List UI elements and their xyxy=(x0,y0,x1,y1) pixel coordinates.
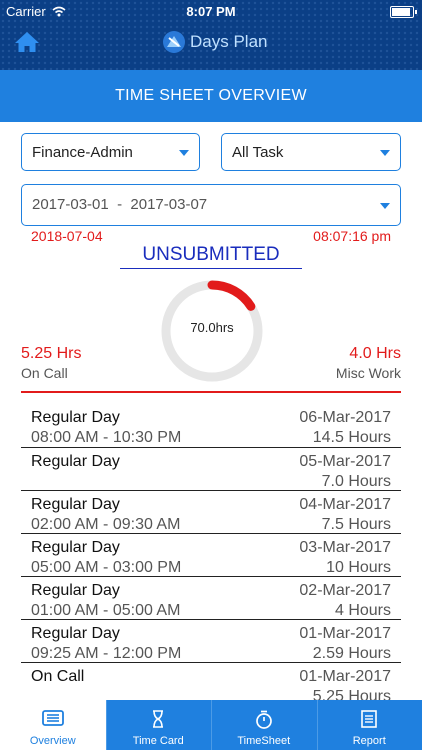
summary-divider xyxy=(21,391,401,393)
timesheet-row[interactable]: Regular Day 06-Mar-2017 08:00 AM - 10:30 P… xyxy=(21,404,401,448)
overview-icon xyxy=(41,710,64,729)
entry-date: 01-Mar-2017 xyxy=(299,625,391,642)
entry-hours: 7.0 Hours xyxy=(321,473,391,490)
misc-work-hours: 4.0 Hrs xyxy=(349,345,401,362)
on-call-hours: 5.25 Hrs xyxy=(21,345,82,362)
tab-report[interactable]: Report xyxy=(316,700,422,750)
entry-date: 06-Mar-2017 xyxy=(299,409,391,426)
entry-hours: 14.5 Hours xyxy=(312,429,391,446)
entry-hours: 2.59 Hours xyxy=(312,645,391,662)
entry-date: 05-Mar-2017 xyxy=(299,453,391,470)
timesheet-row[interactable]: Regular Day 02-Mar-2017 01:00 AM - 05:00 A… xyxy=(21,577,401,620)
timesheet-row[interactable]: Regular Day 01-Mar-2017 09:25 AM - 12:00 P… xyxy=(21,620,401,663)
chevron-down-icon xyxy=(179,150,189,156)
tab-divider xyxy=(105,700,107,750)
date-range-value: 2017-03-01 - 2017-03-07 xyxy=(32,196,208,213)
status-time: 8:07 PM xyxy=(186,4,236,19)
gauge-label: 70.0hrs xyxy=(190,320,234,335)
stopwatch-icon xyxy=(255,710,273,732)
chevron-down-icon xyxy=(380,203,390,209)
logo-text: Days Plan xyxy=(190,32,268,51)
timesheet-row[interactable]: Regular Day 05-Mar-2017 7.0 Hours xyxy=(21,448,401,491)
status-bar: Carrier 8:07 PM xyxy=(0,4,422,20)
entry-time-range: 09:25 AM - 12:00 PM xyxy=(31,645,182,662)
tab-label: Overview xyxy=(29,735,76,747)
top-bar: Carrier 8:07 PM Days Plan xyxy=(0,0,422,70)
timesheet-list: Regular Day 06-Mar-2017 08:00 AM - 10:30 P… xyxy=(21,404,401,706)
timesheet-row[interactable]: Regular Day 04-Mar-2017 02:00 AM - 09:30 A… xyxy=(21,491,401,534)
tab-label: Report xyxy=(352,735,386,747)
entry-time-range: 01:00 AM - 05:00 AM xyxy=(31,602,181,619)
task-value: All Task xyxy=(232,144,284,161)
entry-time-range: 08:00 AM - 10:30 PM xyxy=(31,429,182,446)
gauge-progress-arc xyxy=(207,280,256,311)
tab-bar: Overview Time Card TimeSheet Report xyxy=(0,700,422,750)
misc-work-label: Misc Work xyxy=(335,365,401,381)
department-value: Finance-Admin xyxy=(32,144,133,161)
sheet-status-label: UNSUBMITTED xyxy=(120,244,302,269)
entry-hours: 10 Hours xyxy=(326,559,391,576)
entry-day-type: Regular Day xyxy=(31,625,120,642)
tab-divider xyxy=(211,700,212,750)
entry-day-type: Regular Day xyxy=(31,453,120,470)
entry-date: 03-Mar-2017 xyxy=(299,539,391,556)
department-select[interactable]: Finance-Admin xyxy=(21,133,200,171)
date-range-select[interactable]: 2017-03-01 - 2017-03-07 xyxy=(21,184,401,226)
on-call-label: On Call xyxy=(21,365,68,381)
app-logo: Days Plan xyxy=(162,28,267,56)
entry-date: 01-Mar-2017 xyxy=(299,668,391,685)
logo-icon xyxy=(163,31,185,53)
tab-label: TimeSheet xyxy=(237,735,291,747)
home-button[interactable] xyxy=(14,31,40,53)
task-select[interactable]: All Task xyxy=(221,133,401,171)
page-title: TIME SHEET OVERVIEW xyxy=(0,70,422,122)
entry-day-type: On Call xyxy=(31,668,85,685)
chevron-down-icon xyxy=(380,150,390,156)
tab-label: Time Card xyxy=(132,735,184,747)
entry-hours: 7.5 Hours xyxy=(321,516,391,533)
entry-time-range: 05:00 AM - 03:00 PM xyxy=(31,559,182,576)
tab-time-card[interactable]: Time Card xyxy=(105,700,212,750)
battery-icon xyxy=(390,6,417,18)
entry-day-type: Regular Day xyxy=(31,582,120,599)
report-icon xyxy=(361,710,378,731)
entry-hours: 4 Hours xyxy=(334,602,391,619)
hourglass-icon xyxy=(151,710,165,731)
current-time: 08:07:16 pm xyxy=(313,228,391,244)
entry-date: 04-Mar-2017 xyxy=(299,496,391,513)
tab-overview[interactable]: Overview xyxy=(0,700,106,750)
tab-timesheet[interactable]: TimeSheet xyxy=(211,700,317,750)
current-date: 2018-07-04 xyxy=(31,228,103,244)
timesheet-row[interactable]: Regular Day 03-Mar-2017 05:00 AM - 03:00 P… xyxy=(21,534,401,577)
tab-divider xyxy=(316,700,318,750)
entry-date: 02-Mar-2017 xyxy=(299,582,391,599)
entry-day-type: Regular Day xyxy=(31,496,120,513)
entry-time-range: 02:00 AM - 09:30 AM xyxy=(31,516,181,533)
entry-day-type: Regular Day xyxy=(31,409,120,426)
entry-day-type: Regular Day xyxy=(31,539,120,556)
home-icon xyxy=(15,32,39,52)
